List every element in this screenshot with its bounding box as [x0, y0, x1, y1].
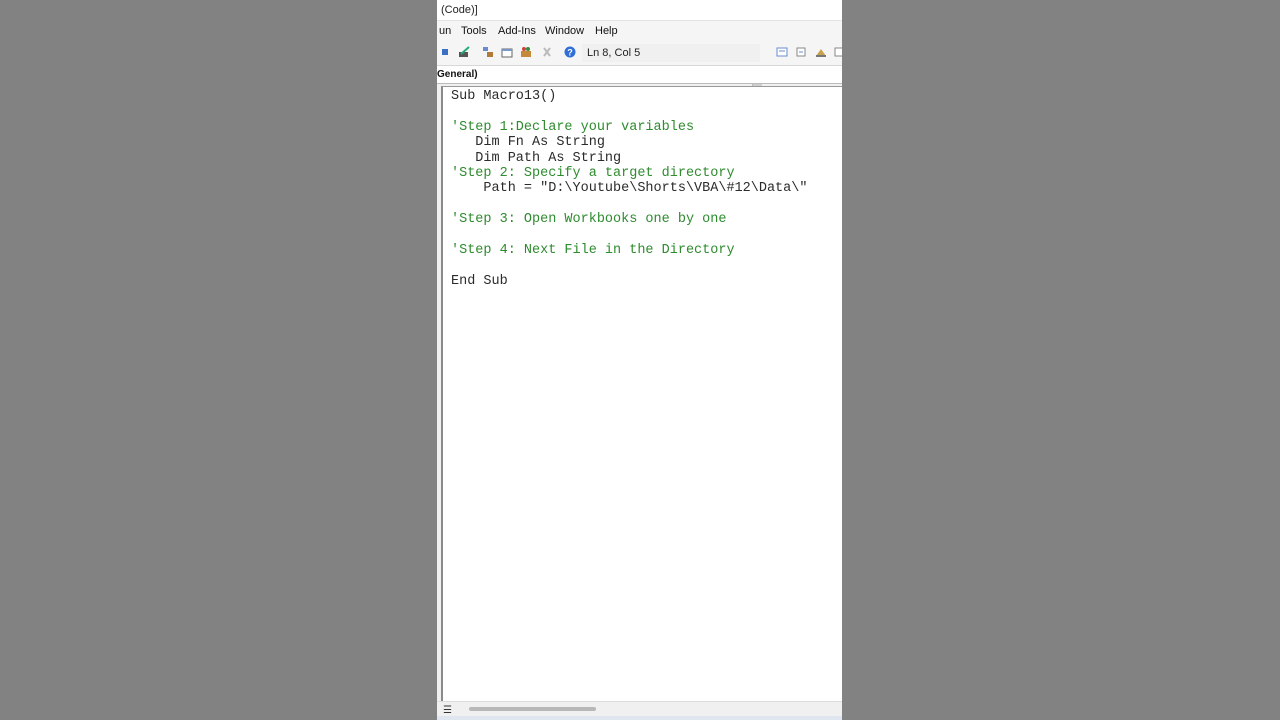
code-line: Dim Path As String	[451, 150, 622, 166]
code-line: End Sub	[451, 273, 508, 289]
menu-help[interactable]: Help	[595, 25, 618, 37]
object-dropdown[interactable]: General)	[437, 66, 842, 84]
outdent-icon[interactable]	[795, 46, 807, 58]
horizontal-scroll-thumb[interactable]	[469, 707, 596, 711]
window-title: (Code)]	[441, 4, 478, 16]
code-line: Path = "D:\Youtube\Shorts\VBA\#12\Data\"	[451, 181, 808, 197]
menu-window[interactable]: Window	[545, 25, 584, 37]
design-mode-icon[interactable]	[458, 46, 470, 58]
properties-window-icon[interactable]	[501, 46, 513, 58]
indent-icon[interactable]	[776, 46, 788, 58]
reset-icon[interactable]	[439, 46, 451, 58]
menu-run[interactable]: un	[439, 25, 451, 37]
object-browser-icon[interactable]	[520, 46, 532, 58]
help-icon[interactable]: ?	[564, 46, 576, 58]
menu-add-ins[interactable]: Add-Ins	[498, 25, 536, 37]
code-comment-line: 'Step 3: Open Workbooks one by one	[451, 212, 727, 228]
standard-toolbar: ? Ln 8, Col 5	[437, 41, 842, 105]
menu-bar: un Tools Add-Ins Window Help	[437, 21, 842, 41]
procedure-view-icon[interactable]: ☰	[443, 705, 452, 716]
project-explorer-icon[interactable]	[482, 46, 494, 58]
cursor-position: Ln 8, Col 5	[582, 44, 760, 62]
code-line: Sub Macro13()	[451, 89, 557, 104]
window-bottom-border	[437, 716, 842, 720]
object-dropdown-value: General)	[437, 69, 478, 80]
toolbox-icon[interactable]	[541, 46, 553, 58]
code-area[interactable]: Sub Macro13() 'Step 1:Declare your varia…	[451, 89, 807, 289]
svg-text:?: ?	[567, 48, 573, 58]
code-editor[interactable]: Sub Macro13() 'Step 1:Declare your varia…	[441, 86, 842, 702]
vba-editor-window: (Code)] un Tools Add-Ins Window Help ? L…	[437, 0, 842, 720]
code-line: Dim Fn As String	[451, 135, 605, 151]
code-comment-line: 'Step 2: Specify a target directory	[451, 166, 735, 182]
comment-block-icon[interactable]	[834, 46, 842, 58]
title-bar: (Code)]	[437, 0, 842, 21]
menu-tools[interactable]: Tools	[461, 25, 487, 37]
toggle-breakpoint-icon[interactable]	[815, 46, 827, 58]
code-comment-line: 'Step 1:Declare your variables	[451, 119, 695, 135]
code-comment-line: 'Step 4: Next File in the Directory	[451, 243, 735, 259]
